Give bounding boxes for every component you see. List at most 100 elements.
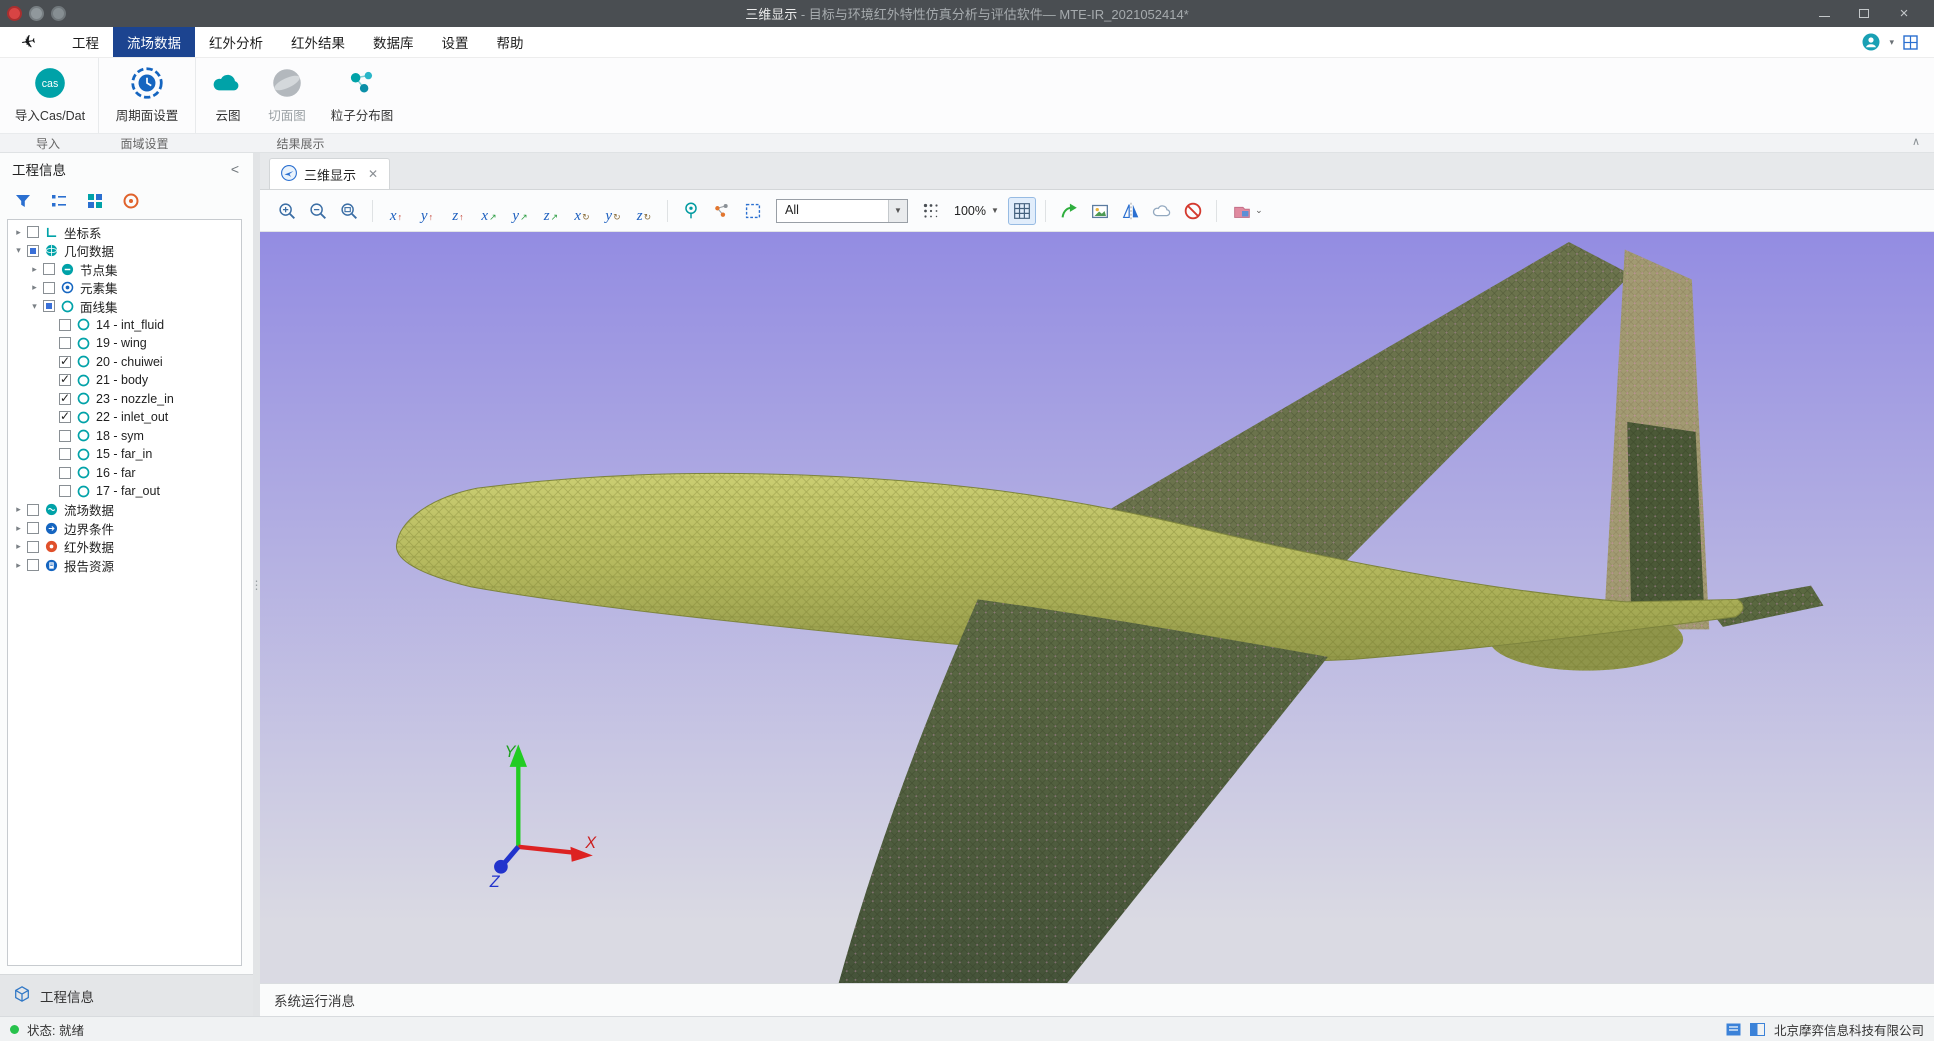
dropdown-arrow-icon[interactable]: ▼ (991, 206, 999, 215)
probe-point-button[interactable] (677, 197, 705, 225)
tree-item[interactable]: ▾面线集 (8, 297, 241, 316)
capture-gray-icon-2[interactable] (51, 6, 66, 21)
maximize-button[interactable] (1844, 0, 1884, 27)
view-x-rotate-button[interactable]: x↻ (568, 197, 596, 225)
menu-item-2[interactable]: 流场数据 (113, 27, 195, 57)
tree-item-checkbox[interactable] (27, 504, 39, 516)
menu-item-4[interactable]: 红外结果 (277, 27, 359, 57)
expand-arrow-icon[interactable]: ▾ (12, 245, 25, 256)
tree-item-checkbox[interactable] (59, 374, 71, 386)
zoom-window-button[interactable] (335, 197, 363, 225)
tab-3d-view[interactable]: 三维显示 ✕ (269, 158, 390, 189)
tree-item-checkbox[interactable] (59, 485, 71, 497)
menu-item-5[interactable]: 数据库 (359, 27, 428, 57)
tree-item[interactable]: 17 - far_out (8, 482, 241, 501)
tree-item[interactable]: 19 - wing (8, 334, 241, 353)
cloud-display-button[interactable] (1148, 197, 1176, 225)
zoom-level-select[interactable]: 100%▼ (948, 204, 1005, 218)
panel-collapse-button[interactable]: < (227, 161, 243, 177)
tree-item-checkbox[interactable] (59, 319, 71, 331)
view-z-rotate-button[interactable]: z↻ (630, 197, 658, 225)
apps-grid-icon[interactable] (1903, 35, 1918, 50)
expand-arrow-icon[interactable]: ▾ (28, 301, 41, 312)
tree-item[interactable]: 20 - chuiwei (8, 353, 241, 372)
tree-item[interactable]: 21 - body (8, 371, 241, 390)
dropdown-arrow-icon[interactable]: ▼ (888, 200, 907, 222)
expand-arrow-icon[interactable]: ▸ (12, 504, 25, 515)
tree-item[interactable]: 15 - far_in (8, 445, 241, 464)
tree-item[interactable]: ▾几何数据 (8, 242, 241, 261)
appearance-button[interactable]: ⌄ (1226, 197, 1268, 225)
particle-nodes-button[interactable] (708, 197, 736, 225)
tab-close-icon[interactable]: ✕ (368, 167, 378, 181)
view-y-iso-button[interactable]: y↗ (506, 197, 534, 225)
expand-arrow-icon[interactable]: ▸ (28, 282, 41, 293)
expand-arrow-icon[interactable]: ▸ (28, 264, 41, 275)
record-red-icon[interactable] (7, 6, 22, 21)
view-z-iso-button[interactable]: z↗ (537, 197, 565, 225)
tree-item-checkbox[interactable] (59, 467, 71, 479)
tree-item-checkbox[interactable] (59, 430, 71, 442)
tree-item[interactable]: ▸红外数据 (8, 538, 241, 557)
viewport-3d[interactable]: Y X Z (260, 232, 1934, 983)
ribbon-button-period-clock[interactable]: 周期面设置 (103, 63, 191, 133)
tree-item[interactable]: 14 - int_fluid (8, 316, 241, 335)
ribbon-button-cas-circle[interactable]: cas导入Cas/Dat (6, 63, 94, 133)
tree-item-checkbox[interactable] (27, 541, 39, 553)
view-z-axis-button[interactable]: z↑ (444, 197, 472, 225)
split-view-icon[interactable] (1750, 1022, 1766, 1036)
tree-item[interactable]: ▸节点集 (8, 260, 241, 279)
tree-item-checkbox[interactable] (43, 263, 55, 275)
clear-view-button[interactable] (1179, 197, 1207, 225)
zoom-in-button[interactable] (273, 197, 301, 225)
tree-item-checkbox[interactable] (59, 356, 71, 368)
grid-squares-icon[interactable] (85, 191, 105, 211)
tree-item[interactable]: 16 - far (8, 464, 241, 483)
tree-item-checkbox[interactable] (59, 411, 71, 423)
tree-item[interactable]: ▸报告资源 (8, 556, 241, 575)
tree-item-checkbox[interactable] (43, 282, 55, 294)
view-x-iso-button[interactable]: x↗ (475, 197, 503, 225)
menu-item-1[interactable]: 工程 (58, 27, 113, 57)
tree-item[interactable]: ▸流场数据 (8, 501, 241, 520)
expand-arrow-icon[interactable]: ▸ (12, 560, 25, 571)
minimize-button[interactable] (1804, 0, 1844, 27)
filter-funnel-icon[interactable] (13, 191, 33, 211)
clip-box-button[interactable] (739, 197, 767, 225)
tree-item-checkbox[interactable] (27, 226, 39, 238)
expand-arrow-icon[interactable]: ▸ (12, 523, 25, 534)
panel-layout-icon[interactable] (1726, 1022, 1742, 1036)
view-y-axis-button[interactable]: y↑ (413, 197, 441, 225)
panel-splitter[interactable]: ⋮ (253, 153, 260, 1016)
expand-arrow-icon[interactable]: ▸ (12, 227, 25, 238)
target-icon[interactable] (121, 191, 141, 211)
view-y-rotate-button[interactable]: y↻ (599, 197, 627, 225)
ribbon-collapse-chevron-up-icon[interactable]: ∧ (1912, 135, 1920, 148)
menu-item-6[interactable]: 设置 (428, 27, 483, 57)
project-tree[interactable]: ▸坐标系▾几何数据▸节点集▸元素集▾面线集14 - int_fluid19 - … (7, 219, 242, 966)
caret-down-icon[interactable]: ▾ (1889, 37, 1894, 48)
tree-item-checkbox[interactable] (27, 559, 39, 571)
tree-list-icon[interactable] (49, 191, 69, 211)
tree-item[interactable]: 23 - nozzle_in (8, 390, 241, 409)
tree-item-checkbox[interactable] (27, 522, 39, 534)
menu-item-3[interactable]: 红外分析 (195, 27, 277, 57)
user-circle-icon[interactable] (1862, 33, 1880, 51)
tree-item-checkbox[interactable] (43, 300, 55, 312)
zoom-out-button[interactable] (304, 197, 332, 225)
tree-item-checkbox[interactable] (59, 448, 71, 460)
tree-item[interactable]: 22 - inlet_out (8, 408, 241, 427)
display-filter-select[interactable]: All▼ (776, 199, 908, 223)
panel-bottom-tab[interactable]: 工程信息 (0, 974, 253, 1016)
expand-arrow-icon[interactable]: ▸ (12, 541, 25, 552)
chevron-down-icon[interactable]: ⌄ (1255, 205, 1263, 216)
ribbon-button-particles[interactable]: 粒子分布图 (318, 63, 406, 133)
tree-item-checkbox[interactable] (27, 245, 39, 257)
menu-item-7[interactable]: 帮助 (483, 27, 538, 57)
tree-item[interactable]: ▸边界条件 (8, 519, 241, 538)
close-button[interactable]: × (1884, 0, 1924, 27)
view-x-axis-button[interactable]: x↑ (382, 197, 410, 225)
halftone-button[interactable] (917, 197, 945, 225)
tree-item[interactable]: 18 - sym (8, 427, 241, 446)
ribbon-button-cloud-map[interactable]: 云图 (200, 63, 256, 133)
